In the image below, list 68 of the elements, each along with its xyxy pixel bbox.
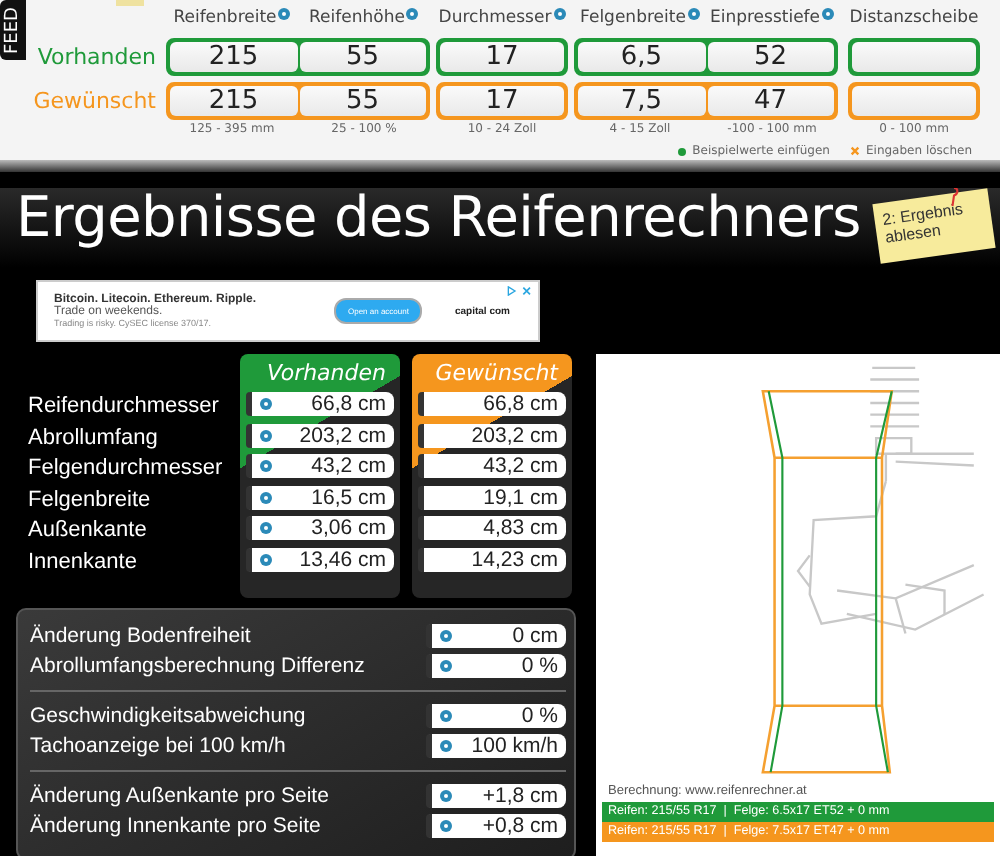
info-icon[interactable] xyxy=(440,660,452,673)
help-icon[interactable] xyxy=(822,7,835,19)
info-icon[interactable] xyxy=(440,820,452,833)
ad-choices-icon[interactable] xyxy=(506,286,534,296)
difference-label: Geschwindigkeitsabweichung xyxy=(30,703,306,728)
result-label: Innenkante xyxy=(28,547,139,577)
result-value: 66,8 cm xyxy=(246,392,394,416)
info-icon[interactable] xyxy=(260,553,272,565)
difference-label: Änderung Außenkante pro Seite xyxy=(30,783,329,808)
input-field[interactable] xyxy=(852,42,976,72)
difference-value: 100 km/h xyxy=(426,734,566,759)
help-icon[interactable] xyxy=(553,7,566,19)
column-header: Vorhanden xyxy=(264,358,388,390)
result-label: Reifendurchmesser xyxy=(28,392,221,422)
info-icon[interactable] xyxy=(260,398,272,410)
result-value: 43,2 cm xyxy=(418,454,566,478)
result-label: Felgenbreite xyxy=(28,485,153,515)
column-label: Reifenhöhe xyxy=(309,7,405,27)
input-field[interactable]: 17 xyxy=(440,86,564,116)
row-label: Gewünscht xyxy=(33,88,156,114)
result-value: 4,83 cm xyxy=(418,516,566,540)
result-label: Felgendurchmesser xyxy=(28,454,225,484)
info-icon[interactable] xyxy=(440,629,452,642)
sticky-note: 2: Ergebnis ablesen xyxy=(872,188,996,264)
help-icon[interactable] xyxy=(278,7,291,19)
result-value: 203,2 cm xyxy=(418,423,566,447)
result-value: 14,23 cm xyxy=(418,547,566,571)
result-value: 19,1 cm xyxy=(418,485,566,509)
column-label: Distanzscheibe xyxy=(849,7,979,27)
info-icon[interactable] xyxy=(440,740,452,753)
pin-icon xyxy=(948,188,960,206)
help-icon[interactable] xyxy=(687,7,700,19)
page-title: Ergebnisse des Reifenrechners xyxy=(16,188,861,254)
feedback-tab[interactable]: FEED xyxy=(0,0,26,60)
difference-label: Änderung Innenkante pro Seite xyxy=(30,814,321,839)
difference-value: 0 % xyxy=(426,654,566,679)
input-field[interactable]: 17 xyxy=(440,42,564,72)
info-icon[interactable] xyxy=(440,789,452,802)
column-label: Reifenbreite xyxy=(173,7,277,27)
dot-icon xyxy=(678,147,687,155)
difference-label: Tachoanzeige bei 100 km/h xyxy=(30,734,286,759)
difference-value: 0 cm xyxy=(426,623,566,648)
result-value: 66,8 cm xyxy=(418,392,566,416)
difference-value: +0,8 cm xyxy=(426,814,566,839)
cross-icon xyxy=(849,146,860,156)
difference-label: Änderung Bodenfreiheit xyxy=(30,623,251,648)
result-value: 13,46 cm xyxy=(246,547,394,571)
result-value: 16,5 cm xyxy=(246,485,394,509)
difference-value: +1,8 cm xyxy=(426,783,566,808)
difference-label: Abrollumfangsberechnung Differenz xyxy=(30,654,365,679)
row-label: Vorhanden xyxy=(37,44,156,70)
input-field[interactable] xyxy=(852,86,976,116)
result-label: Abrollumfang xyxy=(28,423,160,453)
info-icon[interactable] xyxy=(260,491,272,503)
info-icon[interactable] xyxy=(260,460,272,472)
result-value: 43,2 cm xyxy=(246,454,394,478)
column-label: Durchmesser xyxy=(438,7,552,27)
info-icon[interactable] xyxy=(440,709,452,722)
column-label: Einpresstiefe xyxy=(709,7,821,27)
help-icon[interactable] xyxy=(406,7,419,19)
column-label: Felgenbreite xyxy=(580,7,686,27)
info-icon[interactable] xyxy=(260,522,272,534)
info-icon[interactable] xyxy=(260,429,272,441)
result-label: Außenkante xyxy=(28,516,149,546)
difference-value: 0 % xyxy=(426,703,566,728)
column-header: Gewünscht xyxy=(433,358,561,390)
result-value: 203,2 cm xyxy=(246,423,394,447)
result-value: 3,06 cm xyxy=(246,516,394,540)
